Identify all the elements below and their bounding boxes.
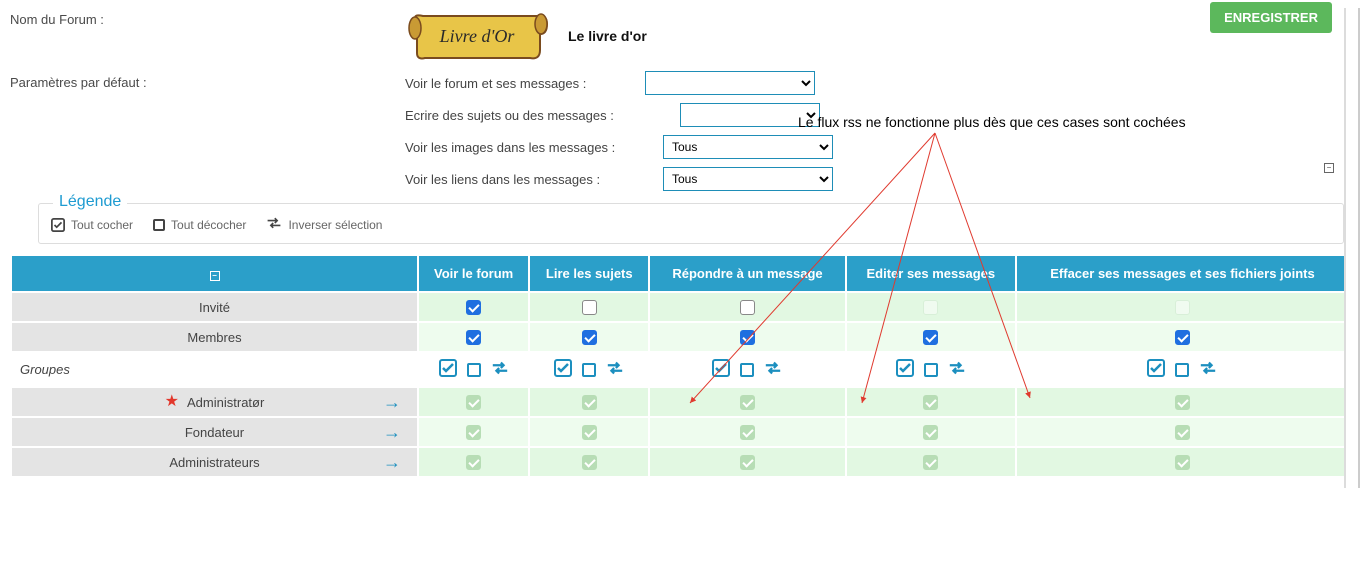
legende-check-all-label: Tout cocher <box>71 218 133 232</box>
col-header-repondre: Répondre à un message <box>650 256 844 291</box>
legende-uncheck-all[interactable]: Tout décocher <box>153 218 246 232</box>
annotation-text: Le flux rss ne fonctionne plus dès que c… <box>798 114 1186 130</box>
cb-fondateur-repondre <box>740 425 755 440</box>
row-membres-label: Membres <box>12 323 417 351</box>
cb-invite-voir[interactable] <box>466 300 481 315</box>
legende-title: Légende <box>53 193 127 211</box>
legende-invert-label: Inverser sélection <box>288 218 382 232</box>
cb-membres-editer[interactable] <box>923 330 938 345</box>
cb-admin-repondre <box>740 395 755 410</box>
cb-invite-effacer <box>1175 300 1190 315</box>
cb-membres-repondre[interactable] <box>740 330 755 345</box>
param-links-select[interactable]: Tous <box>663 167 833 191</box>
cb-invite-editer <box>923 300 938 315</box>
cb-membres-effacer[interactable] <box>1175 330 1190 345</box>
cb-invite-repondre[interactable] <box>740 300 755 315</box>
cb-admins-lire <box>582 455 597 470</box>
param-links-label: Voir les liens dans les messages : <box>405 172 653 187</box>
group-check-all-lire[interactable] <box>554 359 572 380</box>
cb-membres-lire[interactable] <box>582 330 597 345</box>
forum-scroll-image: Livre d'Or <box>405 8 550 63</box>
svg-text:Livre d'Or: Livre d'Or <box>439 26 516 46</box>
param-view-forum-label: Voir le forum et ses messages : <box>405 76 635 91</box>
uncheck-all-icon <box>153 219 165 231</box>
collapse-section-icon[interactable]: − <box>1324 163 1334 173</box>
legende-invert[interactable]: Inverser sélection <box>266 216 382 233</box>
row-administrator-label: Administratør <box>187 395 264 410</box>
group-swap-repondre[interactable] <box>764 359 782 380</box>
cb-admins-editer <box>923 455 938 470</box>
row-groupes-label: Groupes <box>12 353 417 386</box>
param-images-label: Voir les images dans les messages : <box>405 140 653 155</box>
group-swap-editer[interactable] <box>948 359 966 380</box>
group-swap-effacer[interactable] <box>1199 359 1217 380</box>
forum-name-value: Le livre d'or <box>568 28 647 44</box>
star-icon: ★ <box>165 394 179 410</box>
group-uncheck-all-editer[interactable] <box>924 363 938 377</box>
group-check-all-editer[interactable] <box>896 359 914 380</box>
group-check-all-repondre[interactable] <box>712 359 730 380</box>
param-images-select[interactable]: Tous <box>663 135 833 159</box>
arrow-right-icon[interactable]: → <box>383 452 401 473</box>
group-uncheck-all-effacer[interactable] <box>1175 363 1189 377</box>
legende-box: Légende Tout cocher Tout décocher Invers… <box>38 203 1344 244</box>
param-view-forum-select[interactable] <box>645 71 815 95</box>
group-check-all-effacer[interactable] <box>1147 359 1165 380</box>
cb-admins-repondre <box>740 455 755 470</box>
group-swap-voir[interactable] <box>491 359 509 380</box>
col-header-effacer: Effacer ses messages et ses fichiers joi… <box>1017 256 1348 291</box>
col-header-collapse[interactable]: − <box>12 256 417 291</box>
row-administrateurs-label: Administrateurs <box>169 455 259 470</box>
group-uncheck-all-voir[interactable] <box>467 363 481 377</box>
swap-icon <box>266 216 282 233</box>
forum-name-label: Nom du Forum : <box>10 8 405 27</box>
row-invite-label: Invité <box>12 293 417 321</box>
col-header-voir: Voir le forum <box>419 256 528 291</box>
cb-admins-effacer <box>1175 455 1190 470</box>
cb-admin-lire <box>582 395 597 410</box>
col-header-editer: Editer ses messages <box>847 256 1015 291</box>
arrow-right-icon[interactable]: → <box>383 392 401 413</box>
row-fondateur-label: Fondateur <box>185 425 244 440</box>
cb-fondateur-lire <box>582 425 597 440</box>
param-write-label: Ecrire des sujets ou des messages : <box>405 108 670 123</box>
cb-admins-voir <box>466 455 481 470</box>
legende-check-all[interactable]: Tout cocher <box>51 218 133 232</box>
cb-admin-voir <box>466 395 481 410</box>
permissions-table: − Voir le forum Lire les sujets Répondre… <box>10 254 1350 478</box>
cb-fondateur-voir <box>466 425 481 440</box>
group-check-all-voir[interactable] <box>439 359 457 380</box>
group-uncheck-all-repondre[interactable] <box>740 363 754 377</box>
cb-fondateur-editer <box>923 425 938 440</box>
group-uncheck-all-lire[interactable] <box>582 363 596 377</box>
arrow-right-icon[interactable]: → <box>383 422 401 443</box>
cb-fondateur-effacer <box>1175 425 1190 440</box>
save-button[interactable]: ENREGISTRER <box>1210 2 1332 33</box>
cb-invite-lire[interactable] <box>582 300 597 315</box>
defaults-label: Paramètres par défaut : <box>10 71 405 90</box>
legende-uncheck-all-label: Tout décocher <box>171 218 246 232</box>
cb-admin-effacer <box>1175 395 1190 410</box>
cb-admin-editer <box>923 395 938 410</box>
right-border-decor <box>1344 8 1360 488</box>
cb-membres-voir[interactable] <box>466 330 481 345</box>
check-all-icon <box>51 218 65 232</box>
col-header-lire: Lire les sujets <box>530 256 648 291</box>
group-swap-lire[interactable] <box>606 359 624 380</box>
